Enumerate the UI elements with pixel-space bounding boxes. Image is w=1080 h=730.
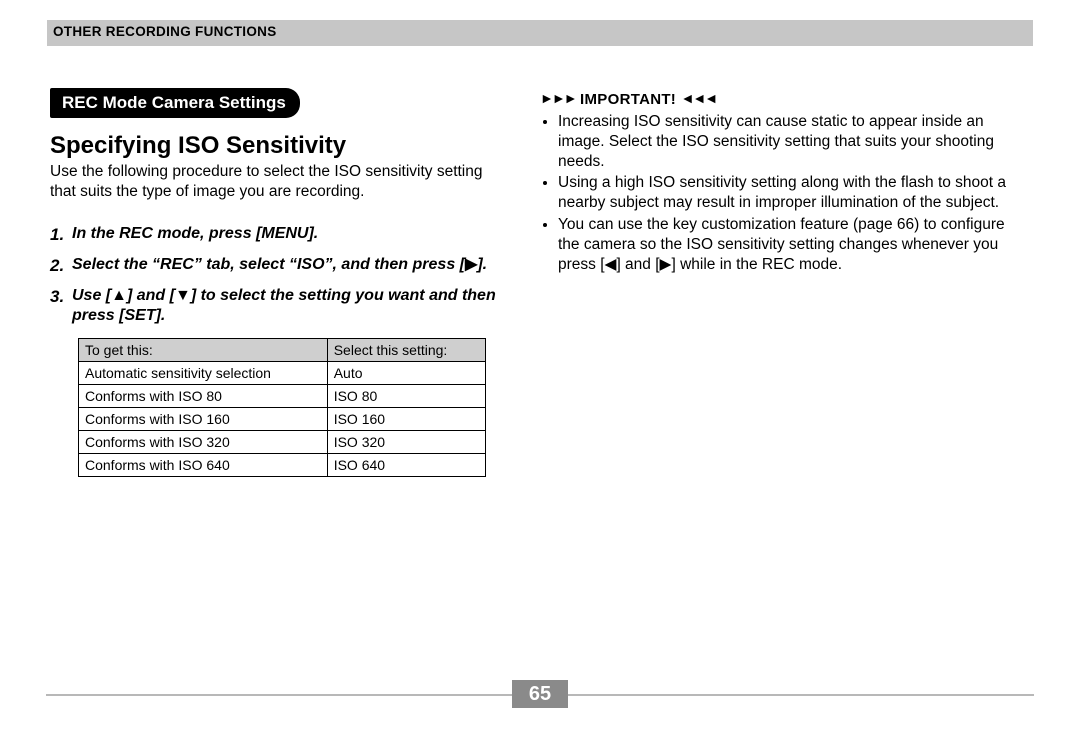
important-heading: ►►► IMPORTANT! ◄◄◄	[540, 90, 1030, 108]
left-triangle-icon: ◀	[605, 256, 617, 273]
up-triangle-icon: ▲	[111, 287, 127, 304]
table-cell: Conforms with ISO 80	[79, 385, 328, 408]
table-cell: Conforms with ISO 640	[79, 454, 328, 477]
table-cell: Auto	[327, 362, 485, 385]
table-cell: ISO 320	[327, 431, 485, 454]
iso-settings-table: To get this: Select this setting: Automa…	[78, 338, 486, 477]
manual-page: OTHER RECORDING FUNCTIONS REC Mode Camer…	[0, 0, 1080, 730]
step-text-post: ].	[477, 256, 487, 273]
page-heading: Specifying ISO Sensitivity	[50, 132, 512, 160]
table-cell: Conforms with ISO 160	[79, 408, 328, 431]
columns: REC Mode Camera Settings Specifying ISO …	[50, 88, 1030, 477]
table-cell: ISO 160	[327, 408, 485, 431]
step-text: Use [▲] and [▼] to select the setting yo…	[72, 286, 512, 326]
step-text-pre: Select the “REC” tab, select “ISO”, and …	[72, 256, 465, 273]
down-triangle-icon: ▼	[175, 287, 191, 304]
chapter-banner-label: OTHER RECORDING FUNCTIONS	[53, 24, 277, 39]
step-text-pre: Use [	[72, 287, 111, 304]
table-row: Conforms with ISO 80 ISO 80	[79, 385, 486, 408]
step-number: 1.	[50, 224, 72, 245]
table-row: Automatic sensitivity selection Auto	[79, 362, 486, 385]
page-number: 65	[512, 680, 568, 708]
important-item-mid: ] and [	[616, 256, 659, 273]
step-text-mid1: ] and [	[127, 287, 175, 304]
table-row: Conforms with ISO 320 ISO 320	[79, 431, 486, 454]
step-number: 3.	[50, 286, 72, 307]
procedure-steps: 1. In the REC mode, press [MENU]. 2. Sel…	[50, 224, 512, 327]
table-cell: ISO 640	[327, 454, 485, 477]
important-label: IMPORTANT!	[580, 91, 676, 108]
step-text: In the REC mode, press [MENU].	[72, 224, 512, 244]
step-number: 2.	[50, 255, 72, 276]
right-column: ►►► IMPORTANT! ◄◄◄ Increasing ISO sensit…	[540, 88, 1030, 477]
step-3: 3. Use [▲] and [▼] to select the setting…	[50, 286, 512, 326]
right-triangle-icon: ▶	[465, 256, 477, 273]
intro-paragraph: Use the following procedure to select th…	[50, 162, 512, 202]
table-header-cell: Select this setting:	[327, 339, 485, 362]
important-item: You can use the key customization featur…	[558, 215, 1030, 274]
left-chevrons-icon: ◄◄◄	[681, 90, 717, 106]
table-row: Conforms with ISO 640 ISO 640	[79, 454, 486, 477]
table-row: Conforms with ISO 160 ISO 160	[79, 408, 486, 431]
section-pill: REC Mode Camera Settings	[50, 88, 300, 118]
table-header-cell: To get this:	[79, 339, 328, 362]
right-triangle-icon: ▶	[660, 256, 672, 273]
left-column: REC Mode Camera Settings Specifying ISO …	[50, 88, 512, 477]
step-1: 1. In the REC mode, press [MENU].	[50, 224, 512, 245]
table-header-row: To get this: Select this setting:	[79, 339, 486, 362]
table-cell: Automatic sensitivity selection	[79, 362, 328, 385]
right-chevrons-icon: ►►►	[540, 90, 576, 106]
important-item: Increasing ISO sensitivity can cause sta…	[558, 112, 1030, 171]
table-cell: Conforms with ISO 320	[79, 431, 328, 454]
important-list: Increasing ISO sensitivity can cause sta…	[544, 112, 1030, 275]
important-item: Using a high ISO sensitivity setting alo…	[558, 173, 1030, 213]
chapter-banner: OTHER RECORDING FUNCTIONS	[47, 20, 1033, 46]
step-2: 2. Select the “REC” tab, select “ISO”, a…	[50, 255, 512, 276]
important-item-post: ] while in the REC mode.	[671, 256, 842, 273]
table-cell: ISO 80	[327, 385, 485, 408]
step-text: Select the “REC” tab, select “ISO”, and …	[72, 255, 512, 275]
